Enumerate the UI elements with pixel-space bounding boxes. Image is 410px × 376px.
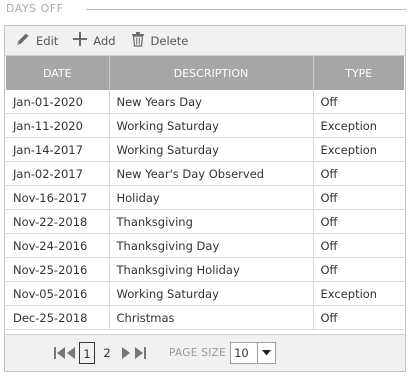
table-row[interactable]: Jan-14-2017 Working Saturday Exception [6,137,404,162]
add-button[interactable]: Add [72,31,116,50]
grid-toolbar: Edit Add Delete [5,26,405,56]
section-divider [86,9,406,10]
cell-description: New Years Day [109,90,314,114]
cell-type: Off [313,185,404,210]
cell-type: Off [313,161,404,186]
page-number[interactable]: 2 [99,342,115,364]
table-row[interactable]: Nov-05-2016 Working Saturday Exception [6,281,404,306]
section-header: DAYS OFF [0,0,410,20]
table-header-row: DATE DESCRIPTION TYPE [6,56,404,90]
cell-date: Jan-11-2020 [6,113,110,138]
edit-button-label: Edit [36,33,59,48]
cell-date: Jan-01-2020 [6,90,110,114]
edit-button[interactable]: Edit [15,31,58,50]
cell-type: Off [313,233,404,258]
chevron-down-icon[interactable] [257,343,275,363]
previous-page-icon[interactable] [66,345,76,361]
cell-description: Thanksgiving [109,209,314,234]
table-row[interactable]: Jan-02-2017 New Year's Day Observed Off [6,161,404,186]
cell-date: Dec-25-2018 [6,305,110,330]
page-size-value: 10 [234,346,249,360]
cell-date: Nov-22-2018 [6,209,110,234]
days-off-table: DATE DESCRIPTION TYPE Jan-01-2020 New Ye… [6,56,404,330]
cell-date: Jan-02-2017 [6,161,110,186]
pager-controls: 1 2 PAGE SIZE 10 [53,342,277,364]
cell-type: Off [313,257,404,282]
cell-description: New Year's Day Observed [109,161,314,186]
column-header-description[interactable]: DESCRIPTION [109,56,314,90]
cell-description: Thanksgiving Day [109,233,314,258]
days-off-grid-panel: Edit Add Delete DATE DESCRIPTION TYPE Ja… [4,25,406,372]
cell-description: Working Saturday [109,137,314,162]
table-row[interactable]: Nov-25-2016 Thanksgiving Holiday Off [6,257,404,282]
section-title: DAYS OFF [6,2,64,15]
cell-date: Nov-24-2016 [6,233,110,258]
table-row[interactable]: Jan-01-2020 New Years Day Off [6,90,404,114]
cell-date: Nov-25-2016 [6,257,110,282]
table-row[interactable]: Jan-11-2020 Working Saturday Exception [6,113,404,138]
last-page-icon[interactable] [134,345,147,361]
delete-button-label: Delete [150,33,189,48]
table-row[interactable]: Dec-25-2018 Christmas Off [6,305,404,330]
cell-description: Holiday [109,185,314,210]
table-row[interactable]: Nov-24-2016 Thanksgiving Day Off [6,233,404,258]
grid-pager: 1 2 PAGE SIZE 10 [5,334,405,371]
column-header-type[interactable]: TYPE [313,56,404,90]
trash-icon [130,31,151,50]
next-page-icon[interactable] [121,345,131,361]
pencil-icon [15,31,36,50]
cell-type: Off [313,305,404,330]
page-size-label: PAGE SIZE [169,347,227,359]
cell-date: Jan-14-2017 [6,137,110,162]
cell-type: Exception [313,137,404,162]
plus-icon [72,31,93,50]
cell-type: Off [313,90,404,114]
page-number-current[interactable]: 1 [79,342,95,364]
cell-type: Exception [313,113,404,138]
page-size-dropdown[interactable]: 10 [230,342,277,364]
add-button-label: Add [93,33,116,48]
column-header-date[interactable]: DATE [6,56,110,90]
cell-description: Christmas [109,305,314,330]
cell-type: Off [313,209,404,234]
table-row[interactable]: Nov-22-2018 Thanksgiving Off [6,209,404,234]
cell-type: Exception [313,281,404,306]
cell-date: Nov-05-2016 [6,281,110,306]
table-row[interactable]: Nov-16-2017 Holiday Off [6,185,404,210]
cell-description: Thanksgiving Holiday [109,257,314,282]
cell-description: Working Saturday [109,113,314,138]
first-page-icon[interactable] [53,345,66,361]
delete-button[interactable]: Delete [130,31,189,50]
cell-date: Nov-16-2017 [6,185,110,210]
cell-description: Working Saturday [109,281,314,306]
